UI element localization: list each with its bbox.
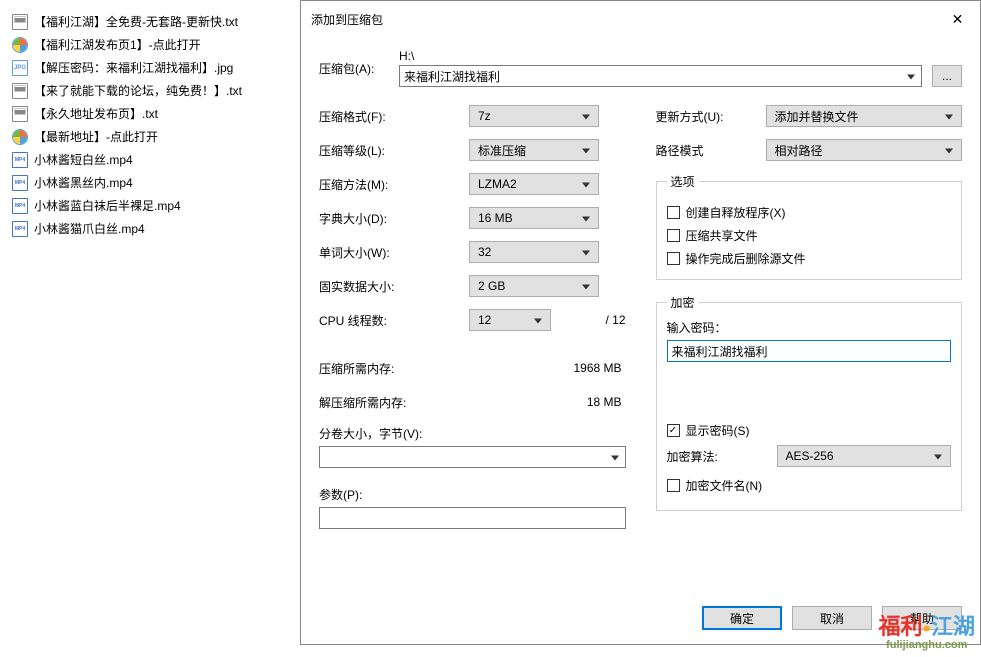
file-explorer: 【福利江湖】全免费-无套路-更新快.txt 【福利江湖发布页1】-点此打开 JPG 【… xyxy=(0,0,300,657)
close-icon: ✕ xyxy=(952,11,964,28)
word-select[interactable]: 32 xyxy=(469,241,599,263)
solid-select[interactable]: 2 GB xyxy=(469,275,599,297)
opt-sfx-checkbox[interactable]: 创建自释放程序(X) xyxy=(667,204,952,221)
mp4-file-icon: MP4 xyxy=(12,175,28,191)
file-name: 小林酱黑丝内.mp4 xyxy=(34,174,133,191)
mem-compress-label: 压缩所需内存: xyxy=(319,360,469,377)
file-item[interactable]: 【来了就能下载的论坛，纯免费！】.txt xyxy=(8,79,292,102)
mp4-file-icon: MP4 xyxy=(12,221,28,237)
browser-file-icon xyxy=(12,129,28,145)
encrypt-group: 加密 输入密码： 来福利江湖找福利 显示密码(S) 加密算法: AES-256 … xyxy=(656,294,963,511)
word-label: 单词大小(W): xyxy=(319,244,469,261)
encrypt-legend: 加密 xyxy=(667,294,699,311)
show-password-checkbox[interactable]: 显示密码(S) xyxy=(667,422,952,439)
checkbox-icon xyxy=(667,479,680,492)
file-item[interactable]: MP4 小林酱猫爪白丝.mp4 xyxy=(8,217,292,240)
file-item[interactable]: 【福利江湖】全免费-无套路-更新快.txt xyxy=(8,10,292,33)
dialog-body: 压缩包(A): H:\ 来福利江湖找福利 ... 压缩格式(F): 7z 压缩 xyxy=(301,37,980,596)
file-name: 小林酱短白丝.mp4 xyxy=(34,151,133,168)
file-name: 【最新地址】-点此打开 xyxy=(34,128,158,145)
dict-label: 字典大小(D): xyxy=(319,210,469,227)
password-label: 输入密码： xyxy=(667,319,952,336)
mp4-file-icon: MP4 xyxy=(12,152,28,168)
archive-name-value: 来福利江湖找福利 xyxy=(404,68,500,85)
dialog-titlebar: 添加到压缩包 ✕ xyxy=(301,1,980,37)
ok-button[interactable]: 确定 xyxy=(702,606,782,630)
txt-file-icon xyxy=(12,106,28,122)
file-item[interactable]: 【最新地址】-点此打开 xyxy=(8,125,292,148)
file-name: 【福利江湖发布页1】-点此打开 xyxy=(34,36,201,53)
dict-select[interactable]: 16 MB xyxy=(469,207,599,229)
file-item[interactable]: 【福利江湖发布页1】-点此打开 xyxy=(8,33,292,56)
checkbox-icon xyxy=(667,252,680,265)
checkbox-icon xyxy=(667,206,680,219)
method-select[interactable]: LZMA2 xyxy=(469,173,599,195)
left-column: 压缩格式(F): 7z 压缩等级(L): 标准压缩 压缩方法(M): LZMA2… xyxy=(319,105,626,584)
cpu-total: / 12 xyxy=(590,313,626,327)
mem-decompress-value: 18 MB xyxy=(469,395,626,409)
mem-compress-value: 1968 MB xyxy=(469,361,626,375)
file-name: 【来了就能下载的论坛，纯免费！】.txt xyxy=(34,82,242,99)
file-name: 小林酱猫爪白丝.mp4 xyxy=(34,220,145,237)
checkbox-icon xyxy=(667,424,680,437)
mp4-file-icon: MP4 xyxy=(12,198,28,214)
dialog-title: 添加到压缩包 xyxy=(311,11,383,28)
format-label: 压缩格式(F): xyxy=(319,108,469,125)
cpu-label: CPU 线程数: xyxy=(319,312,469,329)
enc-filenames-checkbox[interactable]: 加密文件名(N) xyxy=(667,477,952,494)
params-label: 参数(P): xyxy=(319,486,626,503)
options-legend: 选项 xyxy=(667,173,699,190)
archive-path-prefix: H:\ xyxy=(399,49,922,63)
help-button[interactable]: 帮助 xyxy=(882,606,962,630)
file-item[interactable]: MP4 小林酱短白丝.mp4 xyxy=(8,148,292,171)
path-label: 路径模式 xyxy=(656,142,766,159)
txt-file-icon xyxy=(12,14,28,30)
ellipsis-icon: ... xyxy=(942,69,952,83)
update-label: 更新方式(U): xyxy=(656,108,766,125)
cancel-button[interactable]: 取消 xyxy=(792,606,872,630)
archive-label: 压缩包(A): xyxy=(319,60,389,87)
right-column: 更新方式(U): 添加并替换文件 路径模式 相对路径 选项 创建自释放程序(X)… xyxy=(656,105,963,584)
file-item[interactable]: MP4 小林酱黑丝内.mp4 xyxy=(8,171,292,194)
checkbox-icon xyxy=(667,229,680,242)
method-label: 压缩方法(M): xyxy=(319,176,469,193)
file-name: 【永久地址发布页】.txt xyxy=(34,105,158,122)
browser-file-icon xyxy=(12,37,28,53)
file-item[interactable]: 【永久地址发布页】.txt xyxy=(8,102,292,125)
file-name: 【解压密码：来福利江湖找福利】.jpg xyxy=(34,59,233,76)
browse-button[interactable]: ... xyxy=(932,65,962,87)
form-columns: 压缩格式(F): 7z 压缩等级(L): 标准压缩 压缩方法(M): LZMA2… xyxy=(319,105,962,584)
solid-label: 固实数据大小: xyxy=(319,278,469,295)
opt-shared-checkbox[interactable]: 压缩共享文件 xyxy=(667,227,952,244)
opt-delete-checkbox[interactable]: 操作完成后删除源文件 xyxy=(667,250,952,267)
file-name: 【福利江湖】全免费-无套路-更新快.txt xyxy=(34,13,238,30)
file-item[interactable]: MP4 小林酱蓝白袜后半裸足.mp4 xyxy=(8,194,292,217)
archive-name-combo[interactable]: 来福利江湖找福利 xyxy=(399,65,922,87)
volume-combo[interactable] xyxy=(319,446,626,468)
archive-row: 压缩包(A): H:\ 来福利江湖找福利 ... xyxy=(319,49,962,87)
enc-method-select[interactable]: AES-256 xyxy=(777,445,952,467)
cpu-select[interactable]: 12 xyxy=(469,309,551,331)
jpg-file-icon: JPG xyxy=(12,60,28,76)
mem-decompress-label: 解压缩所需内存: xyxy=(319,394,469,411)
file-item[interactable]: JPG 【解压密码：来福利江湖找福利】.jpg xyxy=(8,56,292,79)
volume-label: 分卷大小，字节(V): xyxy=(319,425,626,442)
file-name: 小林酱蓝白袜后半裸足.mp4 xyxy=(34,197,181,214)
txt-file-icon xyxy=(12,83,28,99)
level-select[interactable]: 标准压缩 xyxy=(469,139,599,161)
password-input[interactable]: 来福利江湖找福利 xyxy=(667,340,952,362)
options-group: 选项 创建自释放程序(X) 压缩共享文件 操作完成后删除源文件 xyxy=(656,173,963,280)
dialog-footer: 确定 取消 帮助 xyxy=(301,596,980,644)
enc-method-label: 加密算法: xyxy=(667,448,777,465)
update-select[interactable]: 添加并替换文件 xyxy=(766,105,963,127)
close-button[interactable]: ✕ xyxy=(935,5,980,33)
add-to-archive-dialog: 添加到压缩包 ✕ 压缩包(A): H:\ 来福利江湖找福利 ... 压缩格式 xyxy=(300,0,981,645)
format-select[interactable]: 7z xyxy=(469,105,599,127)
archive-path-group: H:\ 来福利江湖找福利 xyxy=(399,49,922,87)
path-select[interactable]: 相对路径 xyxy=(766,139,963,161)
level-label: 压缩等级(L): xyxy=(319,142,469,159)
params-input[interactable] xyxy=(319,507,626,529)
